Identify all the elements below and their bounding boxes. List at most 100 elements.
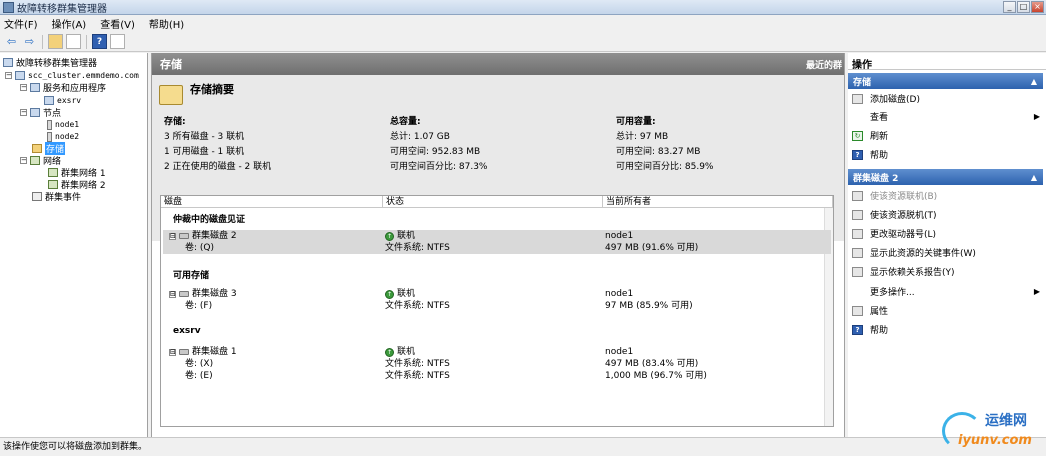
collapse-up-icon[interactable]: ▲: [1031, 77, 1037, 86]
services-icon: [30, 83, 40, 92]
online-icon: ↑: [385, 289, 394, 299]
menu-action[interactable]: 操作(A): [52, 16, 87, 31]
window-title: 故障转移群集管理器: [17, 3, 107, 15]
blank-icon: [852, 287, 863, 297]
col-disk[interactable]: 磁盘: [161, 196, 383, 208]
table-row[interactable]: 卷: (E) 文件系统: NTFS 1,000 MB (96.7% 可用): [163, 370, 831, 382]
cluster-manager-icon: [3, 58, 13, 67]
action-view[interactable]: 查看 ▶: [852, 108, 1042, 125]
action-help-2[interactable]: ? 帮助: [852, 321, 1042, 338]
submenu-arrow-icon: ▶: [1033, 287, 1040, 296]
action-properties[interactable]: 属性: [852, 302, 1042, 319]
center-header: 存储 最近的群: [152, 53, 844, 75]
toolbar-separator: [86, 34, 87, 49]
disk-icon: [179, 349, 189, 355]
submenu-arrow-icon: ▶: [1033, 112, 1040, 121]
center-title: 存储: [160, 58, 182, 71]
menu-bar: 文件(F) 操作(A) 查看(V) 帮助(H): [0, 15, 1046, 32]
blank-icon: [852, 112, 863, 122]
tree-nodes[interactable]: − 节点: [20, 107, 61, 119]
table-row[interactable]: ⊟ 群集磁盘 2 ↑ 联机 node1: [163, 230, 831, 242]
col-owner[interactable]: 当前所有者: [603, 196, 833, 208]
forward-arrow-icon[interactable]: ⇨: [22, 34, 37, 49]
collapse-icon[interactable]: −: [20, 109, 27, 116]
tree-storage[interactable]: 存储: [32, 142, 66, 155]
tree-network-2[interactable]: 群集网络 2: [48, 179, 106, 191]
collapse-icon[interactable]: ⊟: [169, 348, 176, 356]
collapse-icon[interactable]: −: [20, 84, 27, 91]
tree-service-exsrv[interactable]: exsrv: [44, 95, 81, 106]
storage-counts: 存储: 3 所有磁盘 - 3 联机 1 可用磁盘 - 1 联机 2 正在使用的磁…: [164, 117, 272, 172]
collapse-icon[interactable]: ⊟: [169, 232, 176, 240]
action-add-disk[interactable]: 添加磁盘(D): [852, 90, 1042, 107]
app-icon: [3, 1, 14, 13]
tree-root[interactable]: 故障转移群集管理器: [3, 57, 97, 69]
table-row[interactable]: 卷: (X) 文件系统: NTFS 497 MB (83.4% 可用): [163, 358, 831, 370]
toolbar-separator: [42, 34, 43, 49]
menu-help[interactable]: 帮助(H): [149, 16, 184, 31]
online-icon: ↑: [385, 231, 394, 241]
status-bar: 该操作使您可以将磁盘添加到群集。: [0, 437, 1046, 456]
action-more-actions[interactable]: 更多操作... ▶: [852, 283, 1042, 300]
tree-node1[interactable]: node1: [44, 119, 79, 130]
action-refresh[interactable]: ↻ 刷新: [852, 127, 1042, 144]
collapse-icon[interactable]: −: [5, 72, 12, 79]
tree-node2[interactable]: node2: [44, 131, 79, 142]
center-pane: 存储 最近的群 存储摘要 存储: 3 所有磁盘 - 3 联机 1 可用磁盘 - …: [151, 53, 845, 437]
server-icon: [47, 131, 52, 142]
tree-cluster-events[interactable]: 群集事件: [32, 191, 81, 203]
actions-title: 操作: [848, 56, 1046, 71]
action-show-dependency-report[interactable]: 显示依赖关系报告(Y): [852, 263, 1042, 280]
group-available-storage: 可用存储: [173, 271, 210, 281]
event-log-icon: [32, 192, 42, 201]
actions-section-storage[interactable]: 存储 ▲: [848, 73, 1043, 89]
add-disk-icon: [852, 93, 863, 104]
tree-cluster[interactable]: − scc_cluster.emmdemo.com: [5, 70, 139, 81]
minimize-button[interactable]: _: [1003, 1, 1016, 13]
show-hide-tree-icon[interactable]: [66, 34, 81, 49]
network-icon: [30, 156, 40, 165]
take-offline-icon: [852, 209, 863, 220]
summary-title: 存储摘要: [190, 83, 234, 96]
show-hide-action-pane-icon[interactable]: [110, 34, 125, 49]
event-log-icon: [852, 247, 863, 258]
storage-icon: [32, 144, 42, 153]
online-icon: ↑: [385, 347, 394, 357]
action-show-critical-events[interactable]: 显示此资源的关键事件(W): [852, 244, 1042, 261]
close-button[interactable]: ×: [1031, 1, 1044, 13]
cluster-icon: [15, 71, 25, 80]
recent-events-link[interactable]: 最近的群: [806, 58, 842, 71]
tree-networks[interactable]: − 网络: [20, 155, 61, 167]
action-change-drive-letter[interactable]: 更改驱动器号(L): [852, 225, 1042, 242]
window-controls: _ □ ×: [1003, 1, 1044, 13]
menu-file[interactable]: 文件(F): [4, 16, 38, 31]
network-icon: [48, 180, 58, 189]
actions-section-cluster-disk-2[interactable]: 群集磁盘 2 ▲: [848, 169, 1043, 185]
help-icon[interactable]: ?: [92, 34, 107, 49]
table-row[interactable]: ⊟ 群集磁盘 3 ↑ 联机 node1: [163, 288, 831, 300]
menu-view[interactable]: 查看(V): [100, 16, 135, 31]
tree-network-1[interactable]: 群集网络 1: [48, 167, 106, 179]
back-arrow-icon[interactable]: ⇦: [4, 34, 19, 49]
total-capacity: 总容量: 总计: 1.07 GB 可用空间: 952.83 MB 可用空间百分比…: [390, 117, 488, 172]
action-bring-online[interactable]: 使该资源联机(B): [852, 187, 1042, 204]
table-row[interactable]: ⊟ 群集磁盘 1 ↑ 联机 node1: [163, 346, 831, 358]
navigation-tree: 故障转移群集管理器 − scc_cluster.emmdemo.com − 服务…: [0, 53, 148, 437]
grid-header: 磁盘 状态 当前所有者: [161, 196, 833, 208]
group-exsrv: exsrv: [173, 326, 201, 336]
table-row[interactable]: 卷: (F) 文件系统: NTFS 97 MB (85.9% 可用): [163, 300, 831, 312]
collapse-icon[interactable]: ⊟: [169, 290, 176, 298]
maximize-button[interactable]: □: [1017, 1, 1030, 13]
table-row[interactable]: 卷: (Q) 文件系统: NTFS 497 MB (91.6% 可用): [163, 242, 831, 254]
watermark-logo: 运维网 iyunv.com: [940, 408, 1040, 454]
drive-icon: [852, 228, 863, 239]
up-folder-icon[interactable]: [48, 34, 63, 49]
action-help[interactable]: ? 帮助: [852, 146, 1042, 163]
tree-services[interactable]: − 服务和应用程序: [20, 82, 106, 94]
col-status[interactable]: 状态: [383, 196, 603, 208]
collapse-up-icon[interactable]: ▲: [1031, 173, 1037, 182]
title-bar: 故障转移群集管理器 _ □ ×: [0, 0, 1046, 15]
action-take-offline[interactable]: 使该资源脱机(T): [852, 206, 1042, 223]
collapse-icon[interactable]: −: [20, 157, 27, 164]
actions-pane: 操作 存储 ▲ 添加磁盘(D) 查看 ▶ ↻ 刷新 ? 帮助 群集磁盘 2 ▲ 使该…: [848, 53, 1046, 437]
